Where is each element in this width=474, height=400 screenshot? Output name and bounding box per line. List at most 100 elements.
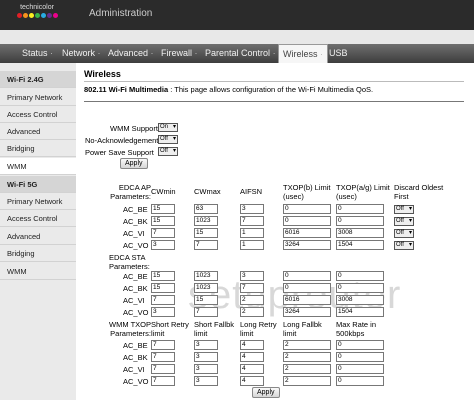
nav-network[interactable]: Network · xyxy=(62,48,101,58)
edca-ap-txop-b-input[interactable]: 3264 xyxy=(283,240,331,250)
edca-ap-cwmin-input[interactable]: 15 xyxy=(151,216,175,226)
txop-max-rate-input[interactable]: 0 xyxy=(336,340,384,350)
row-label: AC_BK xyxy=(123,217,148,226)
nav-wireless[interactable]: Wireless · xyxy=(278,44,329,63)
apply-txop-button[interactable]: Apply xyxy=(252,387,280,398)
sidebar-item-primary-network[interactable]: Primary Network xyxy=(0,89,76,106)
txop-short-retry-input[interactable]: 7 xyxy=(151,352,175,362)
edca-ap-cwmax-input[interactable]: 1023 xyxy=(194,216,218,226)
edca-ap-txop-b-input[interactable]: 0 xyxy=(283,216,331,226)
edca-ap-aifsn-input[interactable]: 1 xyxy=(240,240,264,250)
edca-ap-txop-ag-input[interactable]: 3008 xyxy=(336,228,384,238)
page-title: Wireless xyxy=(84,69,121,79)
sidebar-item-wmm[interactable]: WMM xyxy=(0,158,76,175)
edca-sta-cwmax-input[interactable]: 7 xyxy=(194,307,218,317)
edca-ap-txop-ag-input[interactable]: 1504 xyxy=(336,240,384,250)
sidebar-item-bridging-5g[interactable]: Bridging xyxy=(0,245,76,262)
edca-sta-aifsn-input[interactable]: 7 xyxy=(240,283,264,293)
txop-long-retry-input[interactable]: 4 xyxy=(240,364,264,374)
nav-advanced[interactable]: Advanced · xyxy=(108,48,154,58)
col-short-fallbk: Short Fallbk limit xyxy=(194,320,235,338)
edca-sta-cwmin-input[interactable]: 7 xyxy=(151,295,175,305)
txop-short-retry-input[interactable]: 7 xyxy=(151,376,175,386)
edca-sta-aifsn-input[interactable]: 3 xyxy=(240,271,264,281)
header-band xyxy=(0,30,474,44)
top-nav: Status · Network · Advanced · Firewall ·… xyxy=(0,44,474,63)
edca-ap-cwmax-input[interactable]: 7 xyxy=(194,240,218,250)
edca-ap-cwmax-input[interactable]: 15 xyxy=(194,228,218,238)
edca-ap-txop-ag-input[interactable]: 0 xyxy=(336,204,384,214)
discard-oldest-select[interactable]: Off xyxy=(394,229,414,238)
txop-short-fallbk-input[interactable]: 3 xyxy=(194,376,218,386)
edca-sta-txop-b-input[interactable]: 0 xyxy=(283,283,331,293)
edca-sta-aifsn-input[interactable]: 2 xyxy=(240,307,264,317)
discard-oldest-select[interactable]: Off xyxy=(394,205,414,214)
edca-ap-aifsn-input[interactable]: 3 xyxy=(240,204,264,214)
sidebar-item-bridging[interactable]: Bridging xyxy=(0,140,76,157)
txop-long-fallbk-input[interactable]: 2 xyxy=(283,340,331,350)
description-label: 802.11 Wi-Fi Multimedia xyxy=(84,85,169,94)
txop-short-fallbk-input[interactable]: 3 xyxy=(194,352,218,362)
edca-sta-cwmin-input[interactable]: 15 xyxy=(151,271,175,281)
apply-settings-button[interactable]: Apply xyxy=(120,158,148,169)
nav-firewall[interactable]: Firewall · xyxy=(161,48,198,58)
edca-sta-cwmin-input[interactable]: 3 xyxy=(151,307,175,317)
nav-parental-control[interactable]: Parental Control · xyxy=(205,48,276,58)
no-ack-select[interactable]: Off xyxy=(158,135,178,144)
txop-long-fallbk-input[interactable]: 2 xyxy=(283,376,331,386)
nav-status[interactable]: Status · xyxy=(22,48,53,58)
edca-ap-txop-ag-input[interactable]: 0 xyxy=(336,216,384,226)
txop-max-rate-input[interactable]: 0 xyxy=(336,352,384,362)
edca-ap-aifsn-input[interactable]: 1 xyxy=(240,228,264,238)
sidebar-heading-wifi-5g[interactable]: Wi-Fi 5G xyxy=(0,176,76,193)
nav-usb[interactable]: USB xyxy=(329,48,348,58)
edca-ap-aifsn-input[interactable]: 7 xyxy=(240,216,264,226)
discard-oldest-select[interactable]: Off xyxy=(394,217,414,226)
txop-long-retry-input[interactable]: 4 xyxy=(240,352,264,362)
power-save-select[interactable]: Off xyxy=(158,147,178,156)
edca-sta-txop-ag-input[interactable]: 0 xyxy=(336,283,384,293)
sidebar-item-access-control-5g[interactable]: Access Control xyxy=(0,210,76,227)
txop-short-fallbk-input[interactable]: 3 xyxy=(194,340,218,350)
edca-sta-txop-ag-input[interactable]: 0 xyxy=(336,271,384,281)
txop-max-rate-input[interactable]: 0 xyxy=(336,376,384,386)
sidebar-heading-wifi-24g[interactable]: Wi-Fi 2.4G xyxy=(0,71,76,88)
txop-long-retry-input[interactable]: 4 xyxy=(240,376,264,386)
edca-sta-cwmax-input[interactable]: 1023 xyxy=(194,283,218,293)
nav-network-label: Network xyxy=(62,48,96,58)
edca-ap-cwmin-input[interactable]: 7 xyxy=(151,228,175,238)
txop-short-retry-input[interactable]: 7 xyxy=(151,340,175,350)
description-divider xyxy=(84,101,464,102)
power-save-label: Power Save Support xyxy=(85,148,154,157)
txop-short-retry-input[interactable]: 7 xyxy=(151,364,175,374)
edca-sta-txop-ag-input[interactable]: 3008 xyxy=(336,295,384,305)
txop-long-retry-input[interactable]: 4 xyxy=(240,340,264,350)
wmm-support-select[interactable]: On xyxy=(158,123,178,132)
sidebar-item-advanced-5g[interactable]: Advanced xyxy=(0,228,76,245)
txop-short-fallbk-input[interactable]: 3 xyxy=(194,364,218,374)
txop-long-fallbk-input[interactable]: 2 xyxy=(283,364,331,374)
edca-ap-cwmin-input[interactable]: 3 xyxy=(151,240,175,250)
logo-dot xyxy=(34,13,40,18)
edca-sta-txop-ag-input[interactable]: 1504 xyxy=(336,307,384,317)
edca-ap-cwmin-input[interactable]: 15 xyxy=(151,204,175,214)
txop-long-fallbk-input[interactable]: 2 xyxy=(283,352,331,362)
edca-ap-txop-b-input[interactable]: 0 xyxy=(283,204,331,214)
description-separator: : xyxy=(170,85,173,94)
edca-sta-aifsn-input[interactable]: 2 xyxy=(240,295,264,305)
edca-sta-cwmin-input[interactable]: 15 xyxy=(151,283,175,293)
edca-sta-cwmax-input[interactable]: 1023 xyxy=(194,271,218,281)
edca-ap-cwmax-input[interactable]: 63 xyxy=(194,204,218,214)
col-short-retry: Short Retry limit xyxy=(151,320,189,338)
edca-sta-txop-b-input[interactable]: 6016 xyxy=(283,295,331,305)
edca-sta-cwmax-input[interactable]: 15 xyxy=(194,295,218,305)
txop-max-rate-input[interactable]: 0 xyxy=(336,364,384,374)
edca-sta-txop-b-input[interactable]: 0 xyxy=(283,271,331,281)
sidebar-item-access-control[interactable]: Access Control xyxy=(0,106,76,123)
sidebar-item-advanced[interactable]: Advanced xyxy=(0,123,76,140)
sidebar-item-wmm-5g[interactable]: WMM xyxy=(0,263,76,280)
edca-ap-txop-b-input[interactable]: 6016 xyxy=(283,228,331,238)
edca-sta-txop-b-input[interactable]: 3264 xyxy=(283,307,331,317)
sidebar-item-primary-network-5g[interactable]: Primary Network xyxy=(0,193,76,210)
discard-oldest-select[interactable]: Off xyxy=(394,241,414,250)
